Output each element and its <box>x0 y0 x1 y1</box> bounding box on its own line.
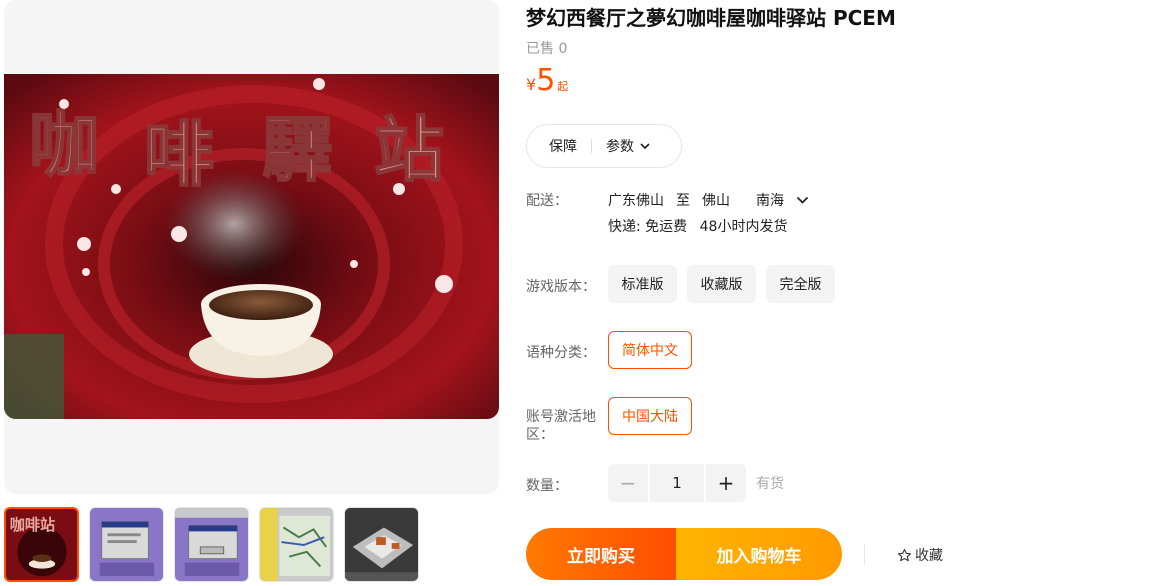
price-value: 5 <box>536 63 556 98</box>
version-option-collector[interactable]: 收藏版 <box>687 265 756 303</box>
quantity-plus-button[interactable]: + <box>706 464 746 502</box>
shipping-label: 配送： <box>526 193 568 209</box>
svg-text:驛: 驛 <box>262 109 332 191</box>
tab-params-label: 参数 <box>606 139 634 155</box>
tab-params[interactable]: 参数 <box>592 136 650 156</box>
chevron-down-icon <box>796 196 809 204</box>
chevron-down-icon <box>640 143 650 150</box>
quantity-input[interactable]: 1 <box>650 464 704 502</box>
favorite-button[interactable]: 收藏 <box>897 545 943 565</box>
product-title: 梦幻西餐厅之夢幻咖啡屋咖啡驿站 PCEM <box>526 6 896 30</box>
svg-text:咖: 咖 <box>29 104 99 186</box>
tab-guarantee-label: 保障 <box>549 139 577 155</box>
ship-district: 南海 <box>756 193 784 209</box>
purchase-buttons: 立即购买 加入购物车 <box>526 528 842 580</box>
buy-now-button[interactable]: 立即购买 <box>526 528 676 580</box>
tab-guarantee[interactable]: 保障 <box>527 136 577 156</box>
ship-city: 佛山 <box>702 193 730 209</box>
price-suffix: 起 <box>557 80 569 93</box>
thumbnail-1[interactable]: 咖啡站 <box>4 507 79 582</box>
version-option-standard[interactable]: 标准版 <box>608 265 677 303</box>
svg-text:站: 站 <box>374 109 444 191</box>
star-icon <box>898 548 911 561</box>
svg-text:咖啡站: 咖啡站 <box>10 516 55 534</box>
favorite-divider <box>864 544 865 564</box>
thumbnail-5[interactable] <box>344 507 419 582</box>
svg-text:啡: 啡 <box>144 114 214 196</box>
main-product-image: 咖 啡 驛 站 <box>4 74 499 419</box>
region-option-mainland-china[interactable]: 中国大陆 <box>608 397 692 435</box>
quantity-stepper: − 1 + 有货 <box>608 464 784 502</box>
main-image-panel: 咖 啡 驛 站 <box>4 0 499 494</box>
express-info: 快递: 免运费 <box>608 219 688 235</box>
thumbnail-2[interactable] <box>89 507 164 582</box>
language-option-simplified-chinese[interactable]: 简体中文 <box>608 331 692 369</box>
price-currency: ¥ <box>526 75 537 94</box>
add-to-cart-button[interactable]: 加入购物车 <box>676 528 842 580</box>
info-tabs: 保障 参数 <box>526 124 682 168</box>
shipping-detail: 快递: 免运费 48小时内发货 <box>608 216 795 236</box>
quantity-label: 数量： <box>526 478 568 494</box>
price: ¥ 5 起 <box>526 66 568 96</box>
language-label: 语种分类： <box>526 345 596 361</box>
stock-status: 有货 <box>756 476 784 492</box>
sold-count: 已售 0 <box>526 41 568 57</box>
shipping-route[interactable]: 广东佛山 至 佛山 南海 <box>608 190 809 210</box>
region-label: 账号激活地区： <box>526 409 596 443</box>
version-label: 游戏版本： <box>526 279 596 295</box>
ship-to-word: 至 <box>676 193 690 209</box>
quantity-minus-button[interactable]: − <box>608 464 648 502</box>
ship-from: 广东佛山 <box>608 193 664 209</box>
thumbnail-4[interactable] <box>259 507 334 582</box>
version-option-complete[interactable]: 完全版 <box>766 265 835 303</box>
thumbnail-strip: 咖啡站 <box>4 507 419 582</box>
dispatch-info: 48小时内发货 <box>699 219 788 235</box>
favorite-label: 收藏 <box>915 548 943 564</box>
thumbnail-3[interactable] <box>174 507 249 582</box>
